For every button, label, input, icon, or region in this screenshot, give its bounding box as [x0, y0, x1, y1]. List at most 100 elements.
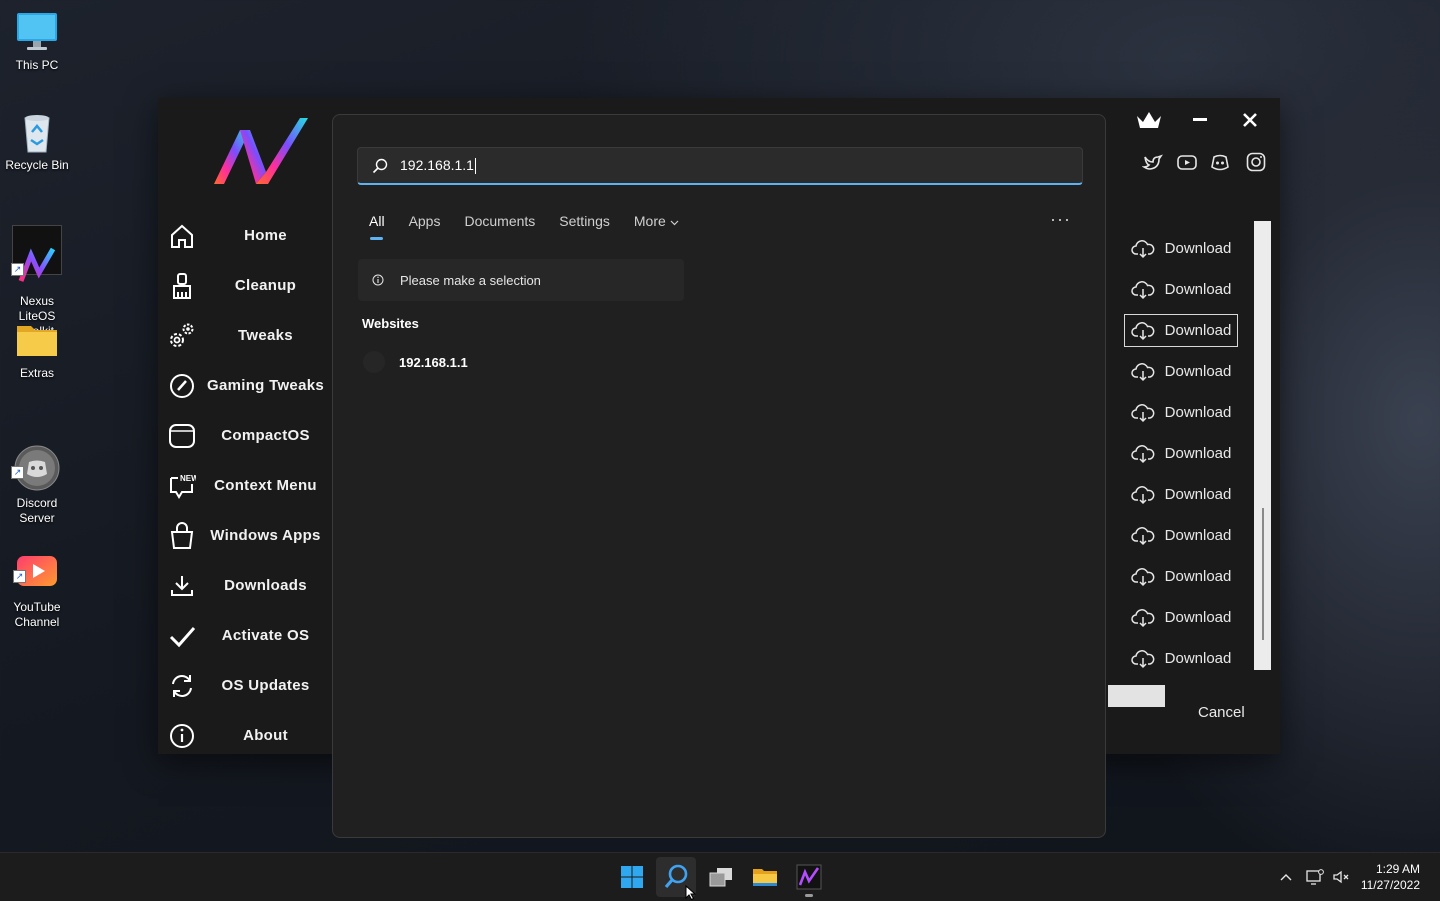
discord-icon: ↗ [11, 429, 61, 491]
download-tray-icon [171, 576, 193, 596]
desktop-icon-label: This PC [15, 58, 59, 72]
download-button[interactable]: Download [1120, 433, 1242, 474]
section-title-websites: Websites [362, 316, 419, 331]
shortcut-arrow-icon: ↗ [13, 570, 26, 583]
chevron-up-icon [1280, 874, 1292, 881]
desktop-icon-recycle-bin[interactable]: Recycle Bin [0, 110, 74, 173]
nav-label: Windows Apps [210, 526, 321, 544]
nav-label: Cleanup [234, 276, 297, 294]
search-tabs: All Apps Documents Settings More [369, 213, 703, 240]
nav-item-activate-os[interactable]: Activate OS [158, 610, 333, 660]
nav-label: OS Updates [221, 676, 310, 694]
nav-item-gaming-tweaks[interactable]: Gaming Tweaks [158, 360, 333, 410]
download-button[interactable]: Download [1120, 392, 1242, 433]
start-button[interactable] [612, 857, 652, 897]
more-options-button[interactable]: ··· [1050, 209, 1071, 230]
download-label: Download [1164, 486, 1232, 503]
nexus-toolkit-taskbar-button[interactable] [789, 857, 829, 897]
desktop-icon-extras[interactable]: Extras [0, 318, 74, 381]
info-icon [372, 274, 384, 286]
download-list: Download Download Download Download Download… [1120, 228, 1242, 679]
cloud-download-icon [1130, 649, 1155, 668]
nav-label: About [243, 726, 288, 744]
cloud-download-icon [1130, 485, 1155, 504]
task-view-button[interactable] [701, 857, 741, 897]
nexus-logo-icon: ↗ [11, 225, 62, 282]
nav-item-context-menu[interactable]: NEW! Context Menu [158, 460, 333, 510]
nav-item-cleanup[interactable]: Cleanup [158, 260, 333, 310]
download-button[interactable]: Download [1120, 228, 1242, 269]
file-explorer-button[interactable] [745, 857, 785, 897]
download-button[interactable]: Download [1120, 310, 1242, 351]
download-button[interactable]: Download [1120, 351, 1242, 392]
nav-label: CompactOS [221, 426, 310, 444]
taskbar-clock[interactable]: 1:29 AM 11/27/2022 [1361, 861, 1420, 893]
download-label: Download [1164, 404, 1232, 421]
cloud-download-icon [1130, 567, 1155, 586]
tray-overflow-button[interactable] [1279, 853, 1293, 901]
youtube-icon: ↗ [13, 537, 59, 586]
nexus-logo-icon [210, 112, 310, 188]
mouse-cursor-icon [685, 885, 697, 900]
tab-settings[interactable]: Settings [559, 213, 610, 229]
download-label: Download [1164, 568, 1232, 585]
nav-item-home[interactable]: Home [158, 210, 333, 260]
info-icon [170, 724, 194, 748]
download-button[interactable]: Download [1120, 474, 1242, 515]
nav-label: Activate OS [221, 626, 310, 644]
home-icon [171, 224, 193, 248]
desktop-icon-youtube-channel[interactable]: ↗ YouTube Channel [0, 522, 74, 645]
broom-icon [173, 273, 191, 299]
download-label: Download [1164, 281, 1232, 298]
file-explorer-icon [753, 869, 777, 886]
minimize-button[interactable] [1186, 106, 1214, 134]
search-input[interactable]: 192.168.1.1 [357, 147, 1083, 185]
download-button[interactable]: Download [1120, 597, 1242, 638]
nav-item-about[interactable]: About [158, 710, 333, 760]
scrollbar-thumb[interactable] [1262, 508, 1264, 640]
monitor-icon [15, 10, 59, 54]
website-result-label: 192.168.1.1 [399, 354, 468, 370]
network-icon [1306, 869, 1324, 885]
desktop-icon-this-pc[interactable]: This PC [0, 10, 74, 73]
nav-label: Tweaks [238, 326, 293, 344]
shortcut-arrow-icon: ↗ [11, 466, 24, 479]
nav-item-tweaks[interactable]: Tweaks [158, 310, 333, 360]
text-caret [474, 158, 476, 175]
cloud-download-icon [1130, 280, 1155, 299]
cloud-download-icon [1130, 403, 1155, 422]
cloud-download-icon [1130, 321, 1155, 340]
download-button[interactable]: Download [1120, 515, 1242, 556]
volume-muted-icon [1333, 870, 1349, 884]
tab-documents[interactable]: Documents [464, 213, 535, 229]
download-button[interactable]: Download [1120, 556, 1242, 597]
nav-item-compactos[interactable]: CompactOS [158, 410, 333, 460]
nav-item-windows-apps[interactable]: Windows Apps [158, 510, 333, 560]
tab-more[interactable]: More [634, 213, 679, 229]
sidebar-nav: Home Cleanup Tweaks Gaming Tweaks Compac… [158, 210, 333, 760]
nav-label: Context Menu [214, 476, 317, 494]
cloud-download-icon [1130, 444, 1155, 463]
cancel-button[interactable]: Cancel [1198, 704, 1245, 721]
website-result[interactable]: 192.168.1.1 [363, 351, 468, 373]
download-button[interactable]: Download [1120, 638, 1242, 679]
info-message-text: Please make a selection [400, 272, 541, 288]
running-indicator [805, 894, 813, 897]
nav-item-os-updates[interactable]: OS Updates [158, 660, 333, 710]
instagram-icon[interactable] [1245, 151, 1267, 173]
youtube-icon[interactable] [1176, 151, 1198, 173]
volume-button[interactable] [1332, 853, 1350, 901]
download-label: Download [1164, 609, 1232, 626]
close-button[interactable] [1236, 106, 1264, 134]
cloud-download-icon [1130, 239, 1155, 258]
taskbar: 1:29 AM 11/27/2022 [0, 852, 1440, 901]
twitter-icon[interactable] [1142, 151, 1164, 173]
nav-item-downloads[interactable]: Downloads [158, 560, 333, 610]
tab-apps[interactable]: Apps [409, 213, 441, 229]
tab-all[interactable]: All [369, 213, 385, 240]
download-button[interactable]: Download [1120, 269, 1242, 310]
discord-icon[interactable] [1209, 151, 1231, 173]
network-button[interactable] [1306, 853, 1324, 901]
premium-crown-button[interactable] [1135, 106, 1163, 134]
nav-label: Home [244, 226, 287, 244]
